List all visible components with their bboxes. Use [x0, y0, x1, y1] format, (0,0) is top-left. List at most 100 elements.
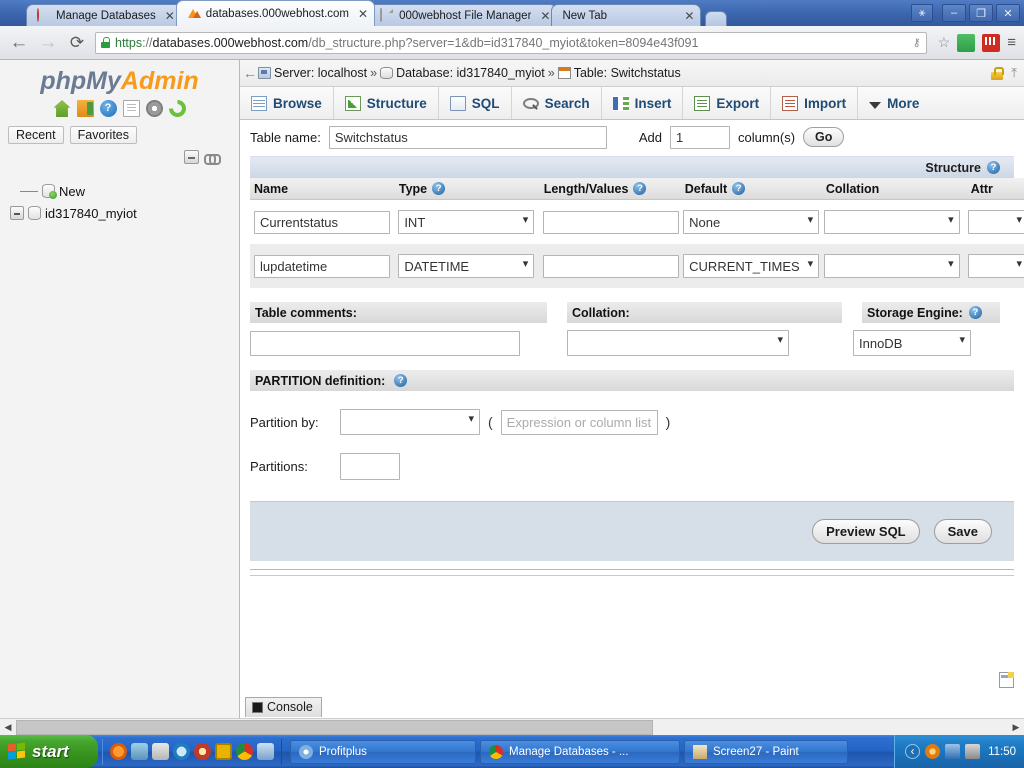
breadcrumb-item-server[interactable]: Server: localhost — [258, 66, 367, 80]
tab-import[interactable]: Import — [771, 87, 859, 119]
scroll-left-arrow-icon[interactable]: ◀ — [0, 722, 16, 733]
tab-browse[interactable]: Browse — [240, 87, 334, 119]
help-icon[interactable]: ? — [732, 182, 746, 195]
horizontal-scrollbar[interactable]: ◀ ▶ — [0, 718, 1024, 735]
taskbar-clock[interactable]: 11:50 — [988, 746, 1016, 758]
task-button-manage-databases[interactable]: Manage Databases - ... — [480, 739, 680, 764]
user-profile-icon[interactable]: ⚹ — [911, 4, 933, 22]
settings-icon[interactable] — [145, 100, 163, 117]
media-player-icon[interactable] — [110, 743, 127, 760]
partition-expression-input[interactable] — [500, 409, 658, 435]
close-icon[interactable]: ✕ — [684, 9, 694, 23]
exit-icon[interactable] — [76, 100, 94, 117]
column-length-input[interactable] — [542, 254, 679, 278]
task-button-paint[interactable]: Screen27 - Paint — [684, 739, 848, 764]
folder-icon[interactable] — [131, 743, 148, 760]
column-type-select[interactable]: INT — [398, 210, 535, 234]
phpmyadmin-logo[interactable]: phpMyAdmin — [0, 60, 239, 96]
browser-tab-0[interactable]: Manage Databases ✕ — [26, 4, 182, 26]
network-icon[interactable] — [945, 744, 961, 759]
partition-by-select[interactable] — [340, 409, 480, 435]
clock-app-icon[interactable] — [215, 743, 232, 760]
new-tab-button[interactable] — [705, 11, 728, 26]
sql-query-window-icon[interactable] — [999, 672, 1014, 688]
table-name-input[interactable] — [328, 125, 607, 149]
tray-expand-icon[interactable]: ‹ — [905, 744, 921, 759]
column-length-input[interactable] — [542, 210, 679, 234]
help-icon[interactable]: ? — [968, 306, 982, 319]
help-icon[interactable]: ? — [99, 100, 117, 117]
partitions-input[interactable] — [340, 452, 400, 480]
tab-export[interactable]: Export — [683, 87, 772, 119]
scrollbar-track[interactable] — [16, 719, 1008, 735]
expander-minus-icon[interactable] — [10, 206, 24, 220]
volume-icon[interactable] — [965, 744, 981, 759]
paint-icon[interactable] — [257, 743, 274, 760]
link-with-main-panel-icon[interactable] — [204, 152, 221, 165]
password-key-icon[interactable]: ⚷ — [913, 36, 921, 49]
preview-sql-button[interactable]: Preview SQL — [812, 519, 920, 544]
back-button[interactable]: ← — [8, 33, 30, 52]
bookmark-star-icon[interactable]: ☆ — [938, 34, 951, 51]
tab-more[interactable]: More — [858, 87, 930, 119]
internet-explorer-icon[interactable] — [173, 743, 190, 760]
storage-engine-select[interactable]: InnoDB — [853, 330, 971, 356]
reload-button[interactable]: ⟳ — [66, 34, 88, 51]
refresh-icon[interactable] — [168, 100, 186, 117]
forward-button[interactable]: → — [37, 33, 59, 52]
task-button-profitplus[interactable]: Profitplus — [290, 739, 476, 764]
start-button[interactable]: start — [0, 735, 98, 768]
tab-insert[interactable]: Insert — [602, 87, 684, 119]
opera-icon[interactable] — [194, 743, 211, 760]
minimize-button[interactable]: – — [942, 4, 966, 22]
chrome-icon[interactable] — [236, 743, 253, 760]
close-icon[interactable]: ✕ — [540, 9, 550, 23]
breadcrumb-item-database[interactable]: Database: id317840_myiot — [380, 66, 545, 80]
calculator-icon[interactable] — [152, 743, 169, 760]
tab-search[interactable]: Search — [512, 87, 602, 119]
tree-item-new[interactable]: New — [10, 180, 239, 202]
console-tab[interactable]: Console — [245, 697, 322, 717]
scrollbar-thumb[interactable] — [16, 719, 653, 735]
breadcrumb-item-table[interactable]: Table: Switchstatus — [557, 66, 681, 80]
column-default-select[interactable]: CURRENT_TIMES — [683, 254, 820, 278]
help-icon[interactable]: ? — [394, 374, 408, 387]
maximize-button[interactable]: ❐ — [969, 4, 993, 22]
collapse-navigation-icon[interactable]: ⤒ — [1011, 65, 1017, 81]
column-collation-select[interactable] — [823, 210, 960, 234]
column-attributes-select[interactable] — [968, 210, 1024, 234]
help-icon[interactable]: ? — [987, 161, 1000, 174]
tab-recent[interactable]: Recent — [8, 126, 64, 144]
tab-sql[interactable]: SQL — [439, 87, 512, 119]
address-bar[interactable]: https://databases.000webhost.com/db_stru… — [95, 31, 927, 54]
table-collation-select[interactable] — [567, 330, 789, 356]
collapse-all-icon[interactable] — [184, 150, 199, 164]
browser-tab-1[interactable]: databases.000webhost.com ✕ — [175, 0, 376, 26]
red-extension-icon[interactable] — [982, 33, 1001, 52]
table-comments-input[interactable] — [250, 330, 520, 356]
update-icon[interactable] — [925, 744, 941, 759]
add-column-count-input[interactable] — [669, 125, 730, 149]
home-icon[interactable] — [53, 100, 71, 117]
browser-menu-icon[interactable]: ≡ — [1007, 34, 1016, 51]
docs-icon[interactable] — [122, 100, 140, 117]
tab-structure[interactable]: Structure — [334, 87, 439, 119]
go-button[interactable]: Go — [803, 127, 845, 147]
column-attributes-select[interactable] — [968, 254, 1024, 278]
column-default-select[interactable]: None — [683, 210, 820, 234]
tree-item-database[interactable]: id317840_myiot — [10, 202, 239, 224]
column-name-input[interactable] — [254, 210, 390, 234]
close-icon[interactable]: ✕ — [165, 9, 175, 23]
scroll-right-arrow-icon[interactable]: ▶ — [1008, 722, 1024, 733]
close-icon[interactable]: ✕ — [358, 7, 368, 21]
help-icon[interactable]: ? — [633, 182, 647, 195]
close-window-button[interactable]: ✕ — [996, 4, 1020, 22]
help-icon[interactable]: ? — [432, 182, 446, 195]
tab-favorites[interactable]: Favorites — [69, 126, 138, 144]
column-collation-select[interactable] — [823, 254, 960, 278]
save-button[interactable]: Save — [933, 519, 992, 544]
breadcrumb-back-icon[interactable]: ← — [242, 65, 258, 81]
browser-tab-3[interactable]: New Tab ✕ — [551, 4, 702, 26]
adblock-extension-icon[interactable] — [957, 33, 976, 52]
column-name-input[interactable] — [254, 254, 390, 278]
